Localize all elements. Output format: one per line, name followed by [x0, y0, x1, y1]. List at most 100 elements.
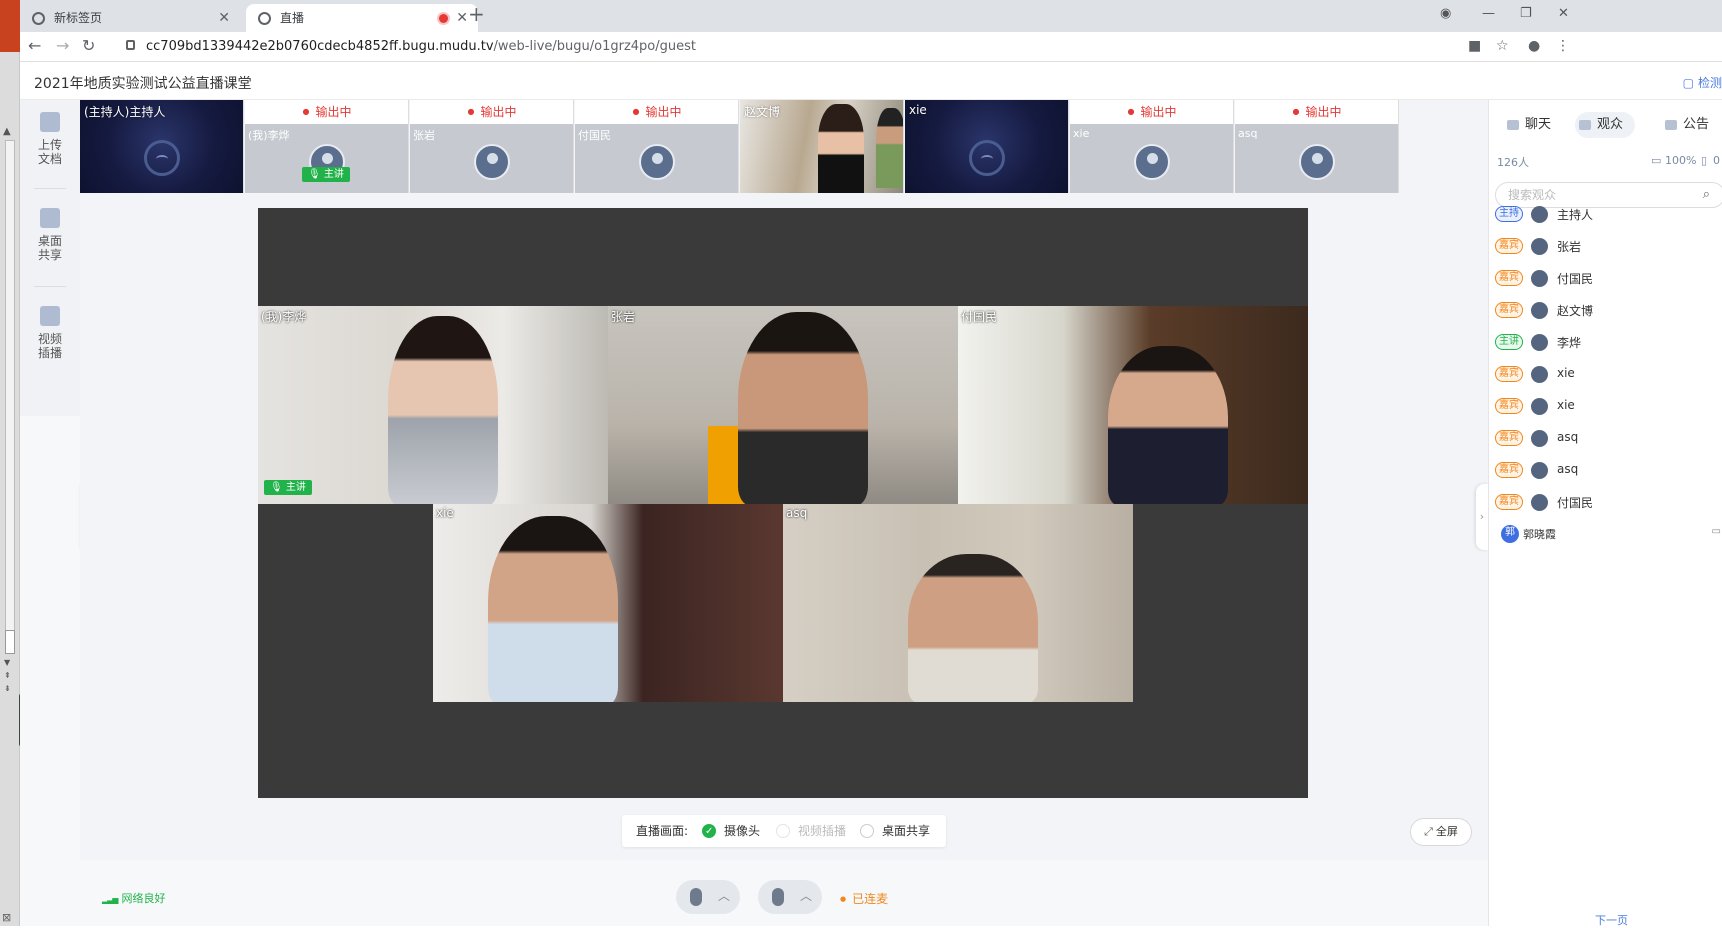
stage-video[interactable]: asq [783, 504, 1133, 702]
desktop-share-button[interactable]: 桌面共享 [20, 208, 80, 262]
audience-item[interactable]: 嘉宾 张岩 [1495, 236, 1722, 256]
desktop-share-option-label[interactable]: 桌面共享 [882, 815, 930, 847]
participant-thumb[interactable]: 输出中 (我)李烨 🎙 主讲 [245, 100, 409, 193]
recording-icon [439, 14, 448, 23]
participant-name: xie [909, 103, 927, 117]
stage-video[interactable]: 张岩 [608, 306, 958, 504]
fullscreen-button[interactable]: 全屏 [1410, 818, 1472, 846]
participant-thumb[interactable]: 输出中 xie [1070, 100, 1234, 193]
avatar [1299, 144, 1335, 180]
video-insert-option-label[interactable]: 视频插播 [798, 815, 846, 847]
participant-thumb[interactable]: 输出中 asq [1235, 100, 1399, 193]
scrollbar-thumb[interactable] [5, 630, 15, 654]
detect-button[interactable]: 检测 [1683, 74, 1722, 91]
bookmark-star-icon[interactable]: ☆ [1496, 38, 1509, 54]
participant-thumb[interactable]: (主持人)主持人 [80, 100, 244, 193]
participant-thumb[interactable]: xie [905, 100, 1069, 193]
avatar [1531, 238, 1548, 255]
role-badge: 嘉宾 [1495, 462, 1523, 478]
scrollbar-track[interactable] [5, 140, 15, 642]
camera-icon[interactable]: ■ [1468, 38, 1481, 54]
scroll-up-icon[interactable]: ▲ [3, 126, 11, 137]
audience-item[interactable]: 嘉宾 xie [1495, 396, 1722, 416]
tab-notice[interactable]: 公告 [1661, 112, 1709, 138]
audience-item[interactable]: 主持 主持人 [1495, 204, 1722, 224]
audience-item[interactable]: 嘉宾 付国民 [1495, 492, 1722, 512]
close-tab-icon[interactable]: ✕ [218, 4, 230, 32]
chevron-up-icon[interactable]: ︿ [718, 887, 730, 904]
chevron-up-icon[interactable]: ︿ [800, 887, 812, 904]
speaker-badge: 🎙 主讲 [302, 167, 350, 182]
minimize-icon[interactable]: — [1482, 6, 1495, 21]
headphone-icon [969, 140, 1005, 176]
tool-label: 视频插播 [37, 332, 62, 360]
audience-name: xie [1557, 398, 1575, 412]
browser-tab-newtab[interactable]: 新标签页 ✕ [20, 4, 240, 32]
participant-video [908, 554, 1038, 702]
tab-chat[interactable]: 聊天 [1503, 112, 1551, 138]
resize-corner-icon[interactable]: ⊠ [2, 911, 11, 924]
stage-video[interactable]: 付国民 [958, 306, 1308, 504]
mic-toggle-button[interactable]: ︿ [758, 880, 822, 914]
audience-icon [1579, 120, 1591, 130]
tool-label: 上传文档 [37, 138, 62, 166]
new-tab-button[interactable]: + [468, 2, 485, 26]
forward-icon[interactable]: → [56, 36, 69, 55]
menu-icon[interactable]: ⋮ [1556, 38, 1570, 54]
avatar [1531, 334, 1548, 351]
tab-audience[interactable]: 观众 [1575, 112, 1636, 138]
mobile-icon: ▯ [1701, 154, 1708, 167]
pc-percent: 100% [1665, 154, 1697, 167]
video-insert-icon [40, 306, 60, 326]
browser-tab-live[interactable]: 直播 ✕ [246, 4, 478, 32]
audience-item[interactable]: 嘉宾 xie [1495, 364, 1722, 384]
stage-video[interactable]: xie [433, 504, 783, 702]
video-insert-radio[interactable] [776, 824, 790, 838]
reload-icon[interactable]: ↻ [82, 36, 95, 55]
video-name: asq [786, 506, 808, 520]
desktop-share-radio[interactable] [860, 824, 874, 838]
audience-name: asq [1557, 462, 1579, 476]
collapse-right-button[interactable]: › [1476, 484, 1488, 550]
speaker-badge: 🎙 主讲 [264, 480, 312, 495]
browser-tabbar: 新标签页 ✕ 直播 ✕ + ◉ — ❐ ✕ [20, 0, 1722, 32]
profile-icon[interactable]: ● [1528, 38, 1540, 54]
microphone-icon [772, 888, 784, 906]
audience-item[interactable]: 主讲 李烨 [1495, 332, 1722, 352]
audience-item[interactable]: 嘉宾 asq [1495, 460, 1722, 480]
camera-radio[interactable] [702, 816, 716, 848]
participant-thumb[interactable]: 赵文博 [740, 100, 904, 193]
back-icon[interactable]: ← [28, 36, 41, 55]
tab-label: 观众 [1597, 117, 1624, 132]
right-panel: 聊天 观众 公告 126人 ▭ 100% ▯ 0 搜索观众 ⌕ 主持 主持人 嘉宾… [1488, 100, 1722, 927]
audience-name: 付国民 [1557, 496, 1594, 510]
avatar [1531, 494, 1548, 511]
close-tab-icon[interactable]: ✕ [456, 4, 468, 32]
participant-thumb[interactable]: 输出中 张岩 [410, 100, 574, 193]
role-badge: 嘉宾 [1495, 302, 1523, 318]
panel-tabs: 聊天 观众 公告 [1489, 110, 1722, 140]
audience-item[interactable]: 嘉宾 赵文博 [1495, 300, 1722, 320]
network-status: 网络良好 [102, 890, 165, 906]
stage-video[interactable]: (我)李烨 🎙 主讲 [258, 306, 608, 504]
camera-toggle-button[interactable]: ︿ [676, 880, 740, 914]
participant-video [738, 312, 868, 504]
role-badge: 嘉宾 [1495, 494, 1523, 510]
media-control-icon[interactable]: ◉ [1440, 6, 1451, 21]
audience-item[interactable]: 郭郭晓霞 ▭ [1495, 524, 1722, 544]
restore-icon[interactable]: ❐ [1520, 6, 1532, 21]
video-insert-button[interactable]: 视频插播 [20, 306, 80, 360]
audience-item[interactable]: 嘉宾 付国民 [1495, 268, 1722, 288]
camera-option-label[interactable]: 摄像头 [724, 815, 760, 847]
participant-thumb[interactable]: 输出中 付国民 [575, 100, 739, 193]
role-badge: 嘉宾 [1495, 270, 1523, 286]
role-badge: 主讲 [1495, 334, 1523, 350]
avatar [639, 144, 675, 180]
connection-status: 已连麦 [840, 890, 888, 907]
scroll-down-icon[interactable]: ▼ ⇞ ⇟ [4, 656, 11, 695]
url-field[interactable]: cc709bd1339442e2b0760cdecb4852ff.bugu.mu… [146, 39, 696, 54]
window-close-icon[interactable]: ✕ [1558, 6, 1569, 21]
upload-doc-button[interactable]: 上传文档 [20, 112, 80, 166]
audience-item[interactable]: 嘉宾 asq [1495, 428, 1722, 448]
participant-video [876, 108, 903, 188]
